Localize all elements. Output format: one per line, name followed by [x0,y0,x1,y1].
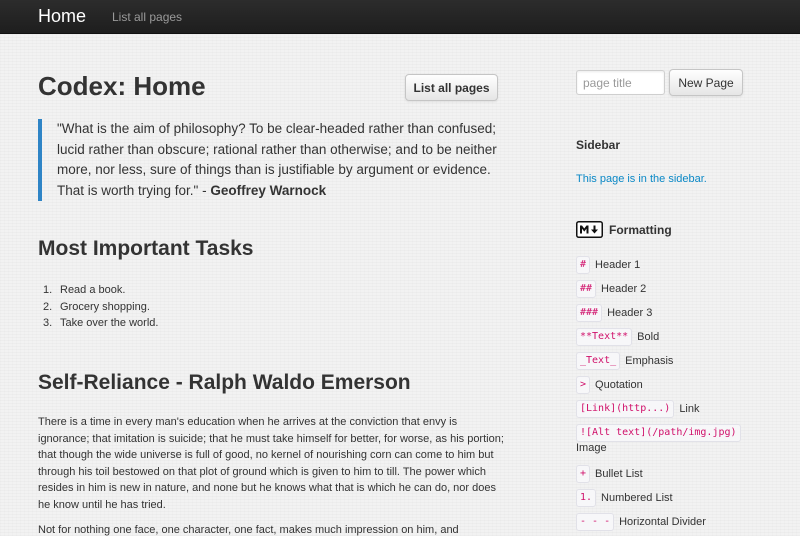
formatting-label: Link [679,403,700,415]
formatting-code: - - - [576,513,615,531]
list-item-text: Read a book. [60,284,126,296]
formatting-title: Formatting [609,222,672,237]
sidebar-heading: Sidebar [576,138,621,152]
tasks-list: 1. Read a book. 2. Grocery shopping. 3. Tak… [43,282,159,332]
formatting-code: + [576,465,591,483]
formatting-code: ### [576,304,603,322]
page-title-input[interactable] [576,70,665,95]
formatting-code: [Link](http...) [576,400,675,418]
list-item: 2. Grocery shopping. [43,299,158,316]
tasks-heading: Most Important Tasks [38,237,254,260]
formatting-label: Horizontal Divider [619,516,706,528]
formatting-item: **Text** Bold [576,328,659,346]
markdown-icon [576,221,603,238]
page-title: Codex: Home [38,71,206,101]
brand-home-link[interactable]: Home [38,6,86,27]
formatting-code: ## [576,280,597,298]
list-item-number: 2. [43,300,53,313]
formatting-code: 1. [576,489,597,507]
list-item: 1. Read a book. [43,282,158,299]
list-all-pages-button[interactable]: List all pages [405,74,498,101]
formatting-item: + Bullet List [576,465,643,483]
list-item-text: Grocery shopping. [60,300,150,313]
formatting-item: [Link](http...) Link [576,400,700,418]
formatting-label: Header 3 [607,307,653,319]
list-item-number: 1. [43,284,53,296]
formatting-label: Header 2 [601,283,647,295]
formatting-label: Bullet List [595,468,643,480]
formatting-code: # [576,256,591,274]
new-page-button[interactable]: New Page [669,69,743,96]
list-item-number: 3. [43,317,53,329]
navbar: Home List all pages [0,0,800,34]
quote-author: Geoffrey Warnock [210,182,327,198]
formatting-label: Quotation [595,379,643,391]
formatting-label: Emphasis [625,355,674,367]
list-item: 3. Take over the world. [43,315,159,332]
formatting-label: Image [576,442,607,454]
formatting-code: _Text_ [576,352,621,370]
formatting-item: ## Header 2 [576,280,646,298]
formatting-label: Numbered List [601,492,673,504]
sidebar-text-link[interactable]: This page is in the sidebar. [576,173,707,185]
formatting-code: ![Alt text](/path/img.jpg) [576,424,741,442]
list-item-text: Take over the world. [60,317,159,329]
formatting-item: ![Alt text](/path/img.jpg) [576,424,746,442]
formatting-item: - - - Horizontal Divider [576,513,706,531]
formatting-item: > Quotation [576,376,643,394]
formatting-item: # Header 1 [576,256,640,274]
formatting-heading: Formatting [576,221,672,238]
emerson-heading: Self-Reliance - Ralph Waldo Emerson [38,371,411,394]
nav-list-all-pages-link[interactable]: List all pages [112,10,182,24]
emerson-paragraph-2: Not for nothing one face, one character,… [38,524,459,536]
formatting-item: _Text_ Emphasis [576,352,673,370]
formatting-code: **Text** [576,328,633,346]
formatting-item: 1. Numbered List [576,489,673,507]
emerson-paragraph-1: There is a time in every man's education… [38,416,504,511]
formatting-code: > [576,376,591,394]
formatting-label: Bold [637,331,660,343]
formatting-item: ### Header 3 [576,304,652,322]
philosophy-quote: "What is the aim of philosophy? To be cl… [38,119,508,201]
formatting-label: Header 1 [595,259,641,271]
